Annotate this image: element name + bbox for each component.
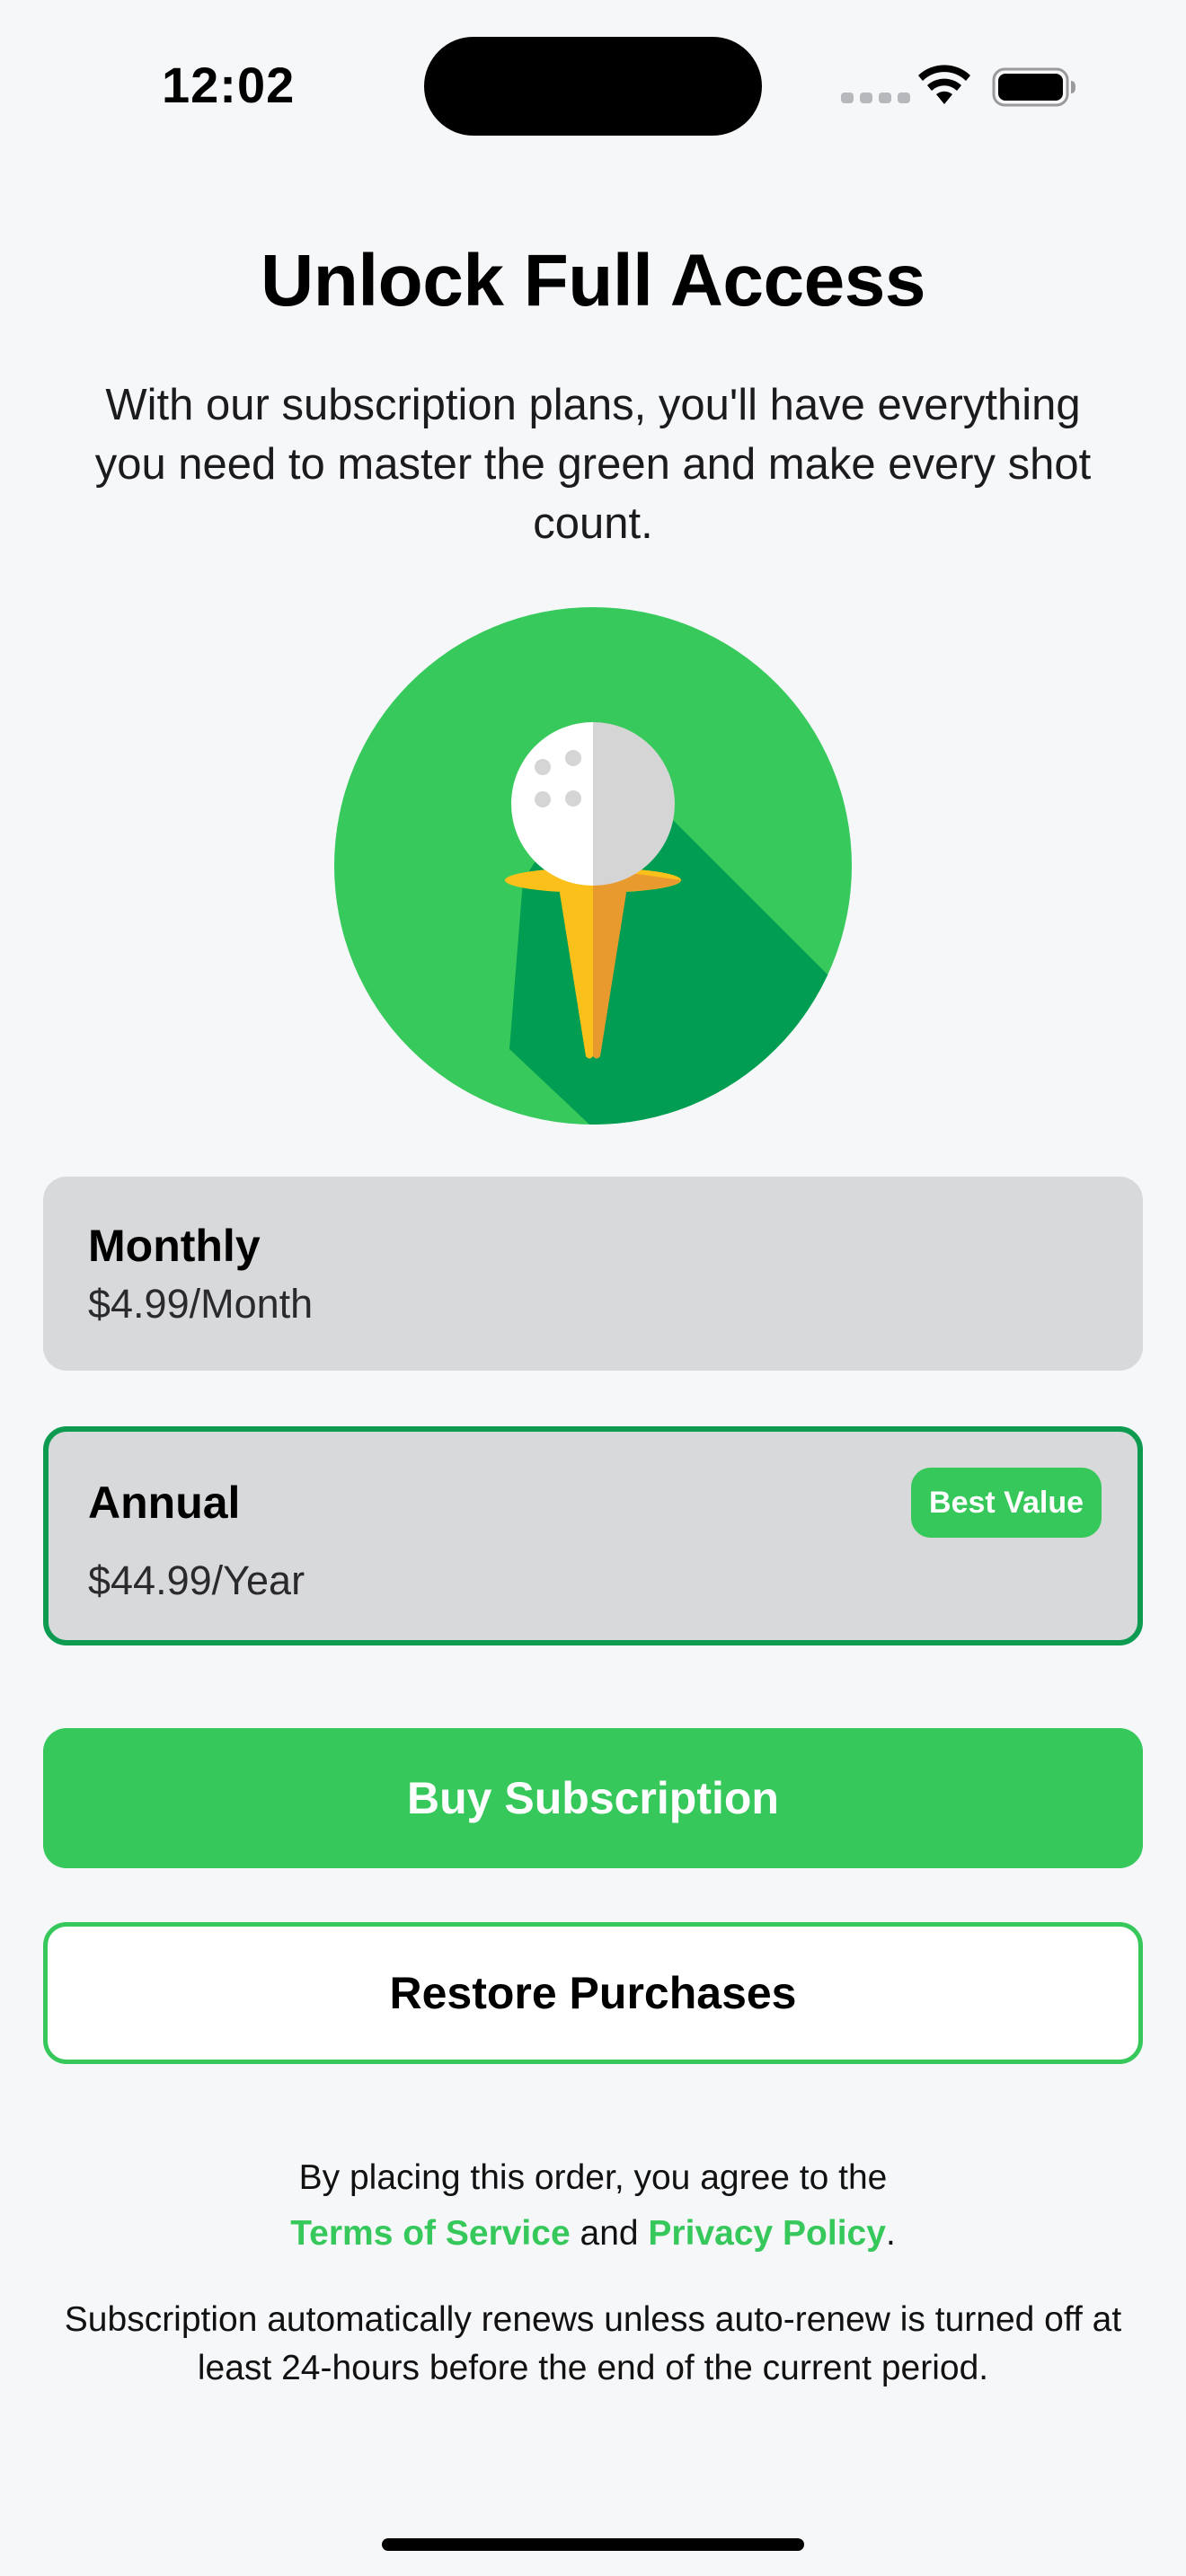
plan-name: Annual xyxy=(88,1478,241,1528)
cellular-signal-icon xyxy=(841,93,910,103)
paywall-screen: 12:02 Unlock Full Access With our subscr… xyxy=(0,0,1186,2576)
status-time: 12:02 xyxy=(162,57,296,113)
plan-price: $4.99/Month xyxy=(88,1281,314,1327)
plan-price: $44.99/Year xyxy=(88,1557,305,1603)
golf-ball-on-tee-icon xyxy=(334,607,852,1125)
restore-purchases-button[interactable]: Restore Purchases xyxy=(43,1922,1143,2064)
legal-agreement: By placing this order, you agree to the … xyxy=(0,2150,1186,2262)
legal-links-line: Terms of Service and Privacy Policy. xyxy=(0,2206,1186,2262)
plan-option-annual[interactable]: Annual Best Value $44.99/Year xyxy=(43,1426,1143,1645)
wifi-icon xyxy=(918,65,970,104)
battery-icon xyxy=(992,67,1075,107)
page-subtitle: With our subscription plans, you'll have… xyxy=(94,381,1092,548)
legal-prefix: By placing this order, you agree to the xyxy=(298,2158,888,2197)
terms-of-service-link[interactable]: Terms of Service xyxy=(290,2214,570,2253)
legal-suffix: . xyxy=(885,2214,896,2253)
buy-subscription-button[interactable]: Buy Subscription xyxy=(43,1728,1143,1868)
renewal-notice: Subscription automatically renews unless… xyxy=(64,2300,1122,2387)
home-indicator[interactable] xyxy=(382,2538,804,2551)
page-title: Unlock Full Access xyxy=(261,240,925,322)
plan-name: Monthly xyxy=(88,1221,261,1271)
best-value-badge: Best Value xyxy=(911,1468,1102,1538)
plan-option-monthly[interactable]: Monthly $4.99/Month xyxy=(43,1177,1143,1371)
legal-conjunction: and xyxy=(580,2214,639,2253)
privacy-policy-link[interactable]: Privacy Policy xyxy=(648,2214,886,2253)
dynamic-island xyxy=(424,37,762,136)
